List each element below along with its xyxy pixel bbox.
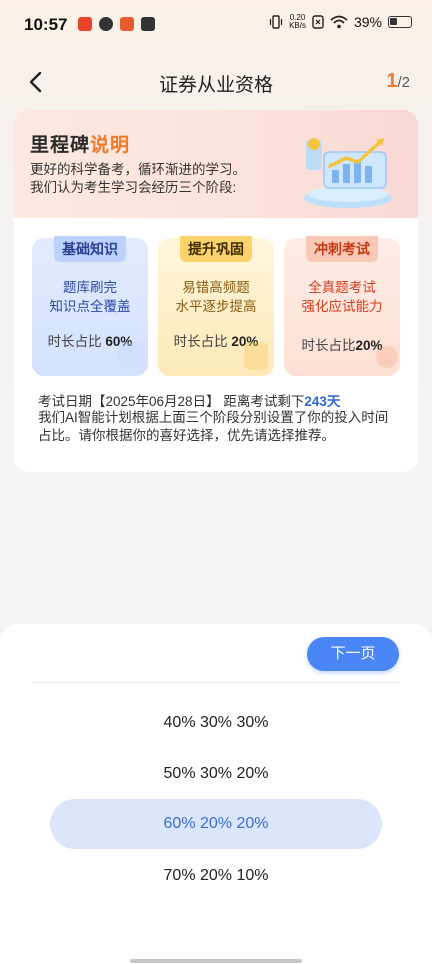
status-bar: 10:57 0.20 KB/s 39% [0, 0, 432, 50]
divider [32, 682, 400, 683]
stage-card-improve: 提升巩固 易错高频题 水平逐步提高 时长占比 20% [158, 236, 274, 376]
stage-card-basic: 基础知识 题库刷完 知识点全覆盖 时长占比 60% [32, 236, 148, 376]
milestone-header: 里程碑说明 更好的科学备考，循环渐进的学习。 我们认为考生学习会经历三个阶段: [14, 110, 418, 218]
stage-description: 易错高频题 水平逐步提高 [175, 280, 257, 314]
header: 证券从业资格 1/2 [0, 60, 432, 104]
vibrate-icon [269, 15, 283, 29]
ratio-option[interactable]: 50% 30% 20% [50, 749, 382, 799]
exam-note: 我们AI智能计划根据上面三个阶段分别设置了你的投入时间占比。请你根据你的喜好选择… [38, 410, 389, 443]
battery-icon [388, 16, 412, 28]
app-notification-icon [99, 17, 113, 31]
stage-card-sprint: 冲刺考试 全真题考试 强化应试能力 时长占比20% [284, 236, 400, 376]
wifi-icon [330, 15, 348, 29]
milestone-description: 更好的科学备考，循环渐进的学习。 我们认为考生学习会经历三个阶段: [30, 162, 246, 195]
stage-tag: 提升巩固 [180, 236, 252, 262]
remaining-days: 243天 [304, 394, 341, 409]
milestone-card: 里程碑说明 更好的科学备考，循环渐进的学习。 我们认为考生学习会经历三个阶段: … [14, 110, 418, 472]
page-title: 证券从业资格 [158, 75, 273, 96]
status-time: 10:57 [24, 15, 68, 34]
home-indicator[interactable] [130, 959, 302, 963]
app-notification-icon [120, 17, 134, 31]
next-page-button[interactable]: 下一页 [307, 637, 399, 671]
chart-illustration-icon [304, 138, 392, 208]
decoration [118, 342, 144, 368]
ratio-option[interactable]: 70% 20% 10% [50, 851, 382, 901]
ratio-option-selected[interactable]: 60% 20% 20% [50, 799, 382, 849]
app-notification-icon [78, 17, 92, 31]
milestone-title: 里程碑说明 [30, 135, 131, 156]
status-right: 0.20 KB/s 39% [269, 14, 412, 30]
stage-description: 全真题考试 强化应试能力 [301, 280, 383, 314]
decoration [244, 342, 268, 370]
battery-percent: 39% [353, 14, 382, 30]
stage-tag: 基础知识 [54, 236, 126, 262]
ratio-picker-sheet: 下一页 40% 30% 30% 50% 30% 20% 60% 20% 20% … [0, 624, 432, 964]
stage-description: 题库刷完 知识点全覆盖 [49, 280, 131, 314]
decoration [376, 346, 398, 368]
network-speed: 0.20 KB/s [289, 13, 306, 30]
ratio-option[interactable]: 40% 30% 30% [50, 698, 382, 748]
exam-date-line: 考试日期【2025年06月28日】 距离考试剩下243天 [38, 394, 341, 409]
sim-icon [312, 15, 324, 29]
page-counter: 1/2 [386, 70, 410, 92]
stage-tag: 冲刺考试 [306, 236, 378, 262]
message-notification-icon [141, 17, 155, 31]
